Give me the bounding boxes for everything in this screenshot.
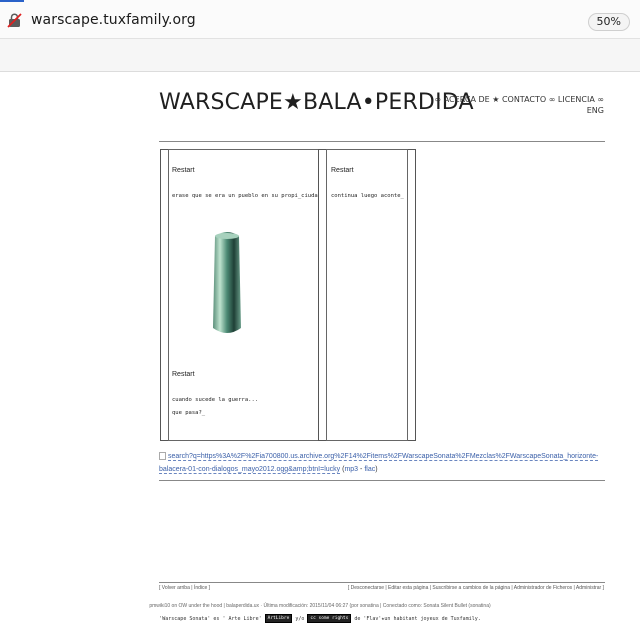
story-text-3: continua luego aconte_ (331, 193, 404, 199)
footer-info: pmwiki10 on OW under the hood | balaperd… (149, 603, 491, 609)
header-divider (159, 141, 605, 142)
left-panel: Restart erase que se era un pueblo en su… (168, 149, 322, 441)
footer-right-links[interactable]: [ Desconectarse | Editar esta página | S… (348, 585, 604, 591)
restart-link-2[interactable]: Restart (172, 371, 195, 378)
insecure-lock-icon[interactable] (7, 13, 22, 28)
nav-contact-link[interactable]: CONTACTO (502, 95, 546, 104)
license-text-pre: 'Warscape Sonata' es ' Arte Libre' (159, 616, 262, 622)
nav-english-link[interactable]: ENG (587, 106, 604, 115)
zoom-indicator[interactable]: 50% (587, 13, 630, 31)
footer-license: 'Warscape Sonata' es ' Arte Libre' ArtLi… (0, 614, 640, 623)
license-text-and: y/o (295, 616, 305, 622)
story-text-2b: que pasa?_ (172, 410, 206, 416)
nav-license-link[interactable]: ∞ LICENCIA ∞ (549, 95, 604, 104)
content-divider (159, 480, 605, 481)
address-bar: warscape.tuxfamily.org 50% (0, 0, 640, 39)
artlibre-badge[interactable]: ArtLibre (264, 614, 293, 623)
secondary-toolbar (0, 39, 640, 72)
right-panel: Restart continua luego aconte_ (326, 149, 408, 441)
audio-search-link[interactable]: search?q=https%3A%2F%2Fia700800.us.archi… (159, 453, 599, 474)
top-navigation: ∞ ACERCA DE ★ CONTACTO ∞ LICENCIA ∞ ENG (424, 94, 604, 116)
license-text-post: de 'Flav'★un habitant joyeux de Tuxfamil… (354, 616, 481, 622)
active-tab-indicator (0, 0, 24, 2)
bullet-image (213, 232, 241, 333)
restart-link-3[interactable]: Restart (331, 167, 354, 174)
footer-divider (159, 582, 605, 583)
audio-search-link-block: search?q=https%3A%2F%2Fia700800.us.archi… (159, 450, 605, 476)
file-icon (159, 452, 166, 461)
story-text-1: erase que se era un pueblo en su propi_c… (172, 193, 322, 199)
restart-link-1[interactable]: Restart (172, 167, 195, 174)
nav-about-link[interactable]: ∞ ACERCA DE (435, 95, 490, 104)
footer-left-links[interactable]: [ Volver arriba | Índice ] (159, 585, 210, 591)
mp3-link[interactable]: mp3 (344, 466, 358, 473)
formats-close: ) (375, 466, 378, 473)
story-text-2a: cuando sucede la guerra... (172, 397, 259, 403)
nav-separator: ★ (492, 95, 500, 104)
url-text[interactable]: warscape.tuxfamily.org (31, 12, 196, 28)
flac-link[interactable]: flac (364, 466, 375, 473)
cc-badge[interactable]: cc some rights (307, 614, 352, 623)
